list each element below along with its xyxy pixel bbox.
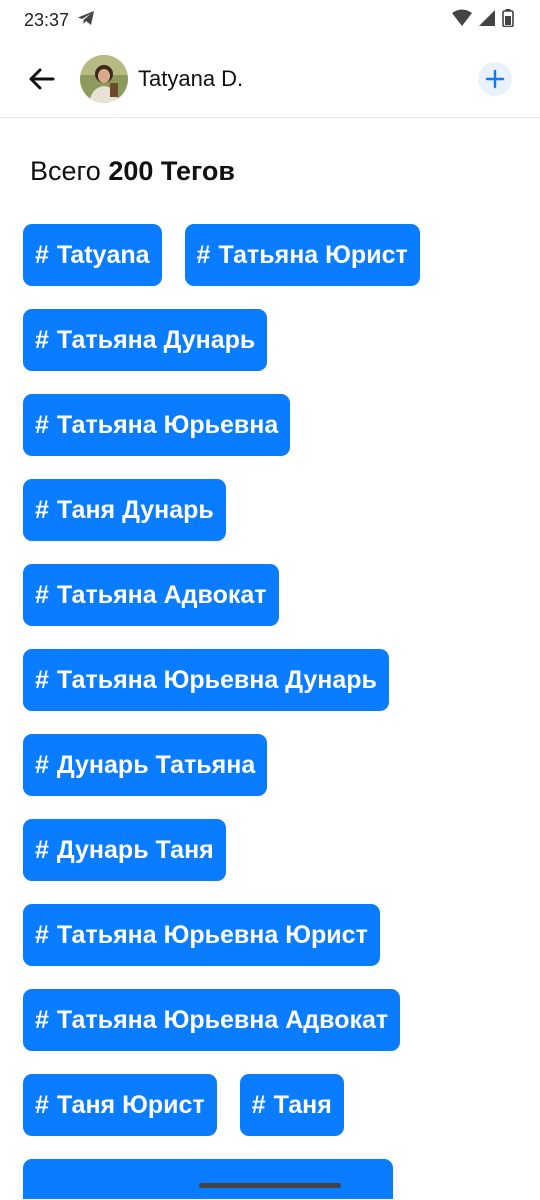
status-right bbox=[452, 8, 514, 32]
hash-icon: # bbox=[35, 920, 49, 949]
tag-label: Татьяна Юрист bbox=[218, 240, 408, 269]
add-tag-button[interactable] bbox=[478, 61, 512, 96]
tag-row: # Дунарь Татьяна bbox=[23, 734, 517, 796]
tag-row: # Татьяна Юрьевна Юрист bbox=[23, 904, 517, 966]
tag-row: # Татьяна Юрьевна Дунарь bbox=[23, 649, 517, 711]
status-left: 23:37 bbox=[24, 10, 95, 31]
signal-icon bbox=[478, 9, 496, 32]
arrow-left-icon bbox=[29, 68, 55, 89]
tag-chip[interactable]: # Татьяна Юрьевна Юрист bbox=[23, 904, 380, 966]
back-button[interactable] bbox=[24, 61, 60, 97]
hash-icon: # bbox=[196, 240, 211, 269]
tags-summary: Всего 200 Тегов bbox=[0, 118, 540, 224]
tag-label: Таня Дунарь bbox=[56, 495, 214, 524]
tag-chip[interactable]: # Татьяна Юрист bbox=[184, 224, 420, 286]
tag-chip[interactable]: # Татьяна Дунарь bbox=[23, 309, 268, 371]
hash-icon: # bbox=[35, 410, 49, 439]
hash-icon: # bbox=[35, 665, 49, 694]
hash-icon: # bbox=[35, 325, 49, 354]
tag-chip[interactable]: # Дунарь Татьяна bbox=[23, 734, 268, 796]
tag-chip[interactable]: # Татьяна Юрьевна Дунарь bbox=[23, 649, 389, 711]
tag-label: Таня Юрист bbox=[56, 1090, 205, 1119]
tag-label: Татьяна Юрьевна Дунарь bbox=[56, 665, 377, 694]
plus-icon bbox=[485, 69, 505, 88]
tag-row: # Татьяна Адвокат bbox=[23, 564, 517, 626]
status-time: 23:37 bbox=[24, 9, 70, 30]
hash-icon: # bbox=[35, 580, 49, 609]
tag-label: Дунарь Татьяна bbox=[56, 750, 256, 779]
tag-row: # Tatyana # Татьяна Юрист bbox=[23, 224, 517, 286]
tag-row: # Таня Юрист # Таня bbox=[23, 1074, 517, 1136]
tag-chip[interactable]: # Таня Дунарь bbox=[23, 479, 226, 541]
app-header: Tatyana D. bbox=[0, 40, 540, 118]
status-bar: 23:37 bbox=[0, 0, 540, 40]
tag-row: # Таня Дунарь bbox=[23, 479, 517, 541]
tag-label: Татьяна Дунарь bbox=[56, 325, 256, 354]
tag-chip-partial[interactable] bbox=[23, 1159, 393, 1199]
hash-icon: # bbox=[35, 835, 49, 864]
tag-label: Татьяна Адвокат bbox=[56, 580, 267, 609]
tag-chip[interactable]: # Таня bbox=[239, 1074, 344, 1136]
hash-icon: # bbox=[35, 1005, 49, 1034]
tag-row: # Татьяна Юрьевна Адвокат bbox=[23, 989, 517, 1051]
hash-icon: # bbox=[35, 495, 49, 524]
tag-label: Татьяна Юрьевна Юрист bbox=[56, 920, 368, 949]
summary-prefix: Всего bbox=[30, 156, 101, 186]
tag-chip[interactable]: # Татьяна Юрьевна Адвокат bbox=[23, 989, 401, 1051]
wifi-icon bbox=[452, 9, 472, 32]
hash-icon: # bbox=[35, 240, 49, 269]
battery-icon bbox=[502, 8, 514, 32]
hash-icon: # bbox=[35, 1090, 49, 1119]
tag-chip[interactable]: # Татьяна Адвокат bbox=[23, 564, 279, 626]
tag-chip[interactable]: # Tatyana bbox=[23, 224, 162, 286]
tag-list: # Tatyana # Татьяна Юрист # Татьяна Дунарь # Та… bbox=[0, 224, 540, 1199]
tag-label: Дунарь Таня bbox=[56, 835, 214, 864]
tag-row: # Татьяна Дунарь bbox=[23, 309, 517, 371]
profile-name[interactable]: Tatyana D. bbox=[138, 66, 478, 92]
tag-label: Татьяна Юрьевна Адвокат bbox=[56, 1005, 389, 1034]
tag-label: Татьяна Юрьевна bbox=[56, 410, 279, 439]
telegram-icon bbox=[77, 10, 95, 31]
tag-chip[interactable]: # Дунарь Таня bbox=[23, 819, 226, 881]
tag-label: Таня bbox=[273, 1090, 332, 1119]
avatar[interactable] bbox=[80, 54, 128, 103]
tag-chip[interactable]: # Таня Юрист bbox=[23, 1074, 217, 1136]
tag-row: # Дунарь Таня bbox=[23, 819, 517, 881]
hash-icon: # bbox=[35, 750, 49, 779]
tag-label: Tatyana bbox=[56, 240, 150, 269]
summary-count: 200 Тегов bbox=[108, 156, 236, 186]
tag-chip[interactable]: # Татьяна Юрьевна bbox=[23, 394, 291, 456]
home-indicator[interactable] bbox=[199, 1183, 341, 1188]
hash-icon: # bbox=[251, 1090, 266, 1119]
tag-row: # Татьяна Юрьевна bbox=[23, 394, 517, 456]
